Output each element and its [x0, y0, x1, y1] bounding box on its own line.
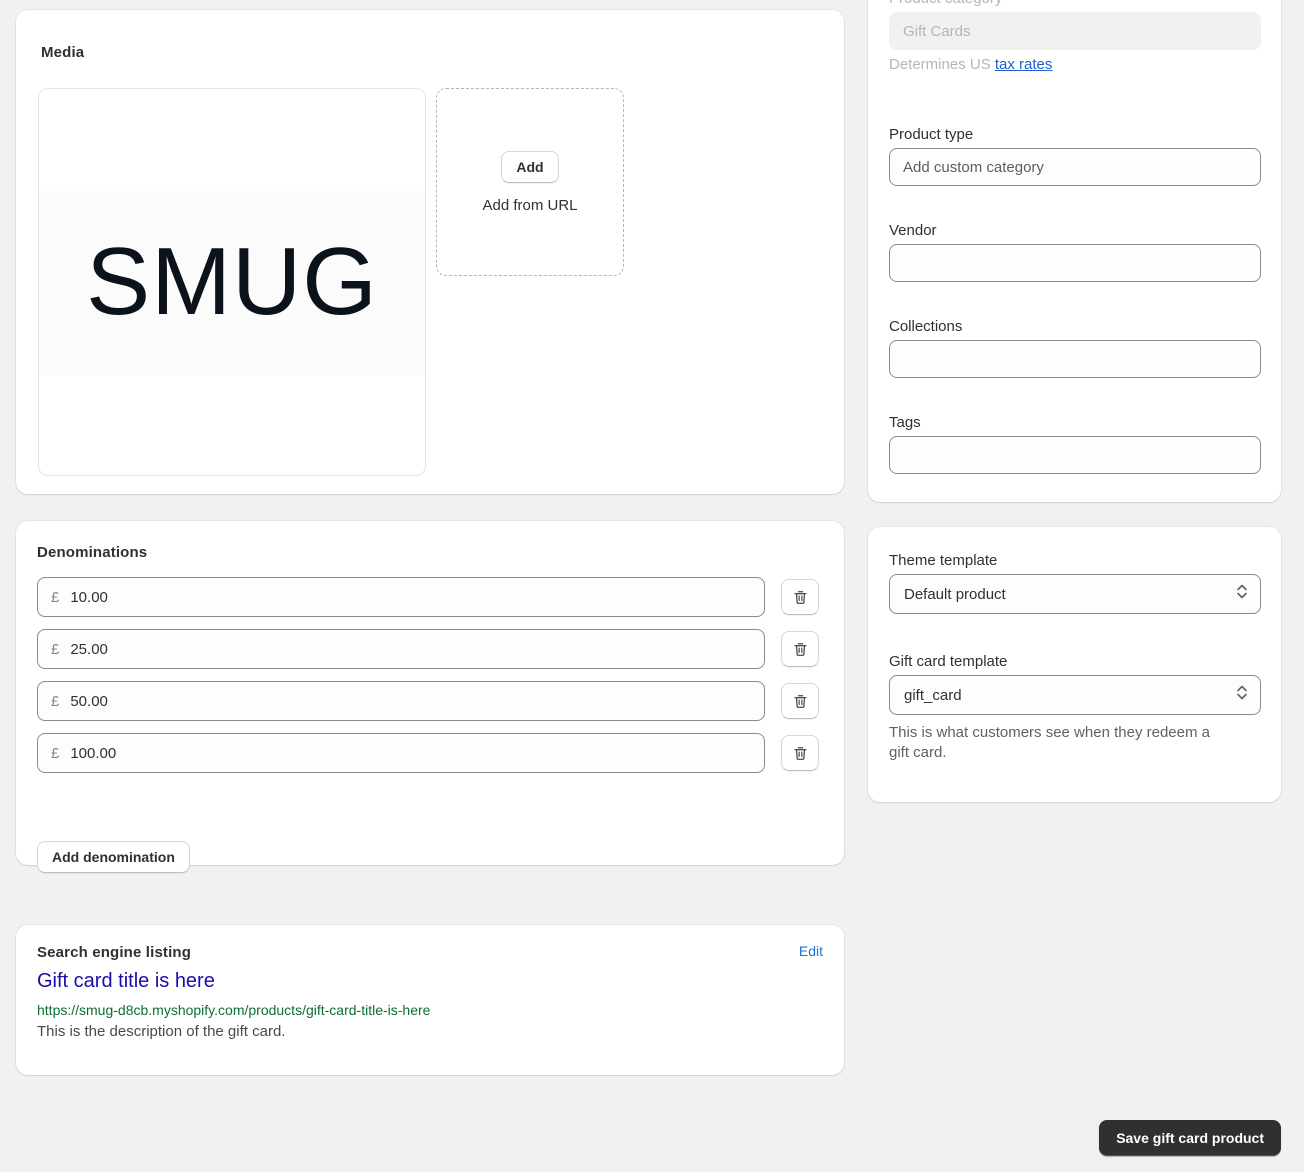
media-card-title: Media — [41, 44, 85, 61]
media-dropzone[interactable]: Add Add from URL — [436, 88, 624, 276]
seo-listing-description: This is the description of the gift card… — [37, 1023, 286, 1040]
tags-label: Tags — [889, 414, 921, 431]
vendor-label: Vendor — [889, 222, 937, 239]
collections-field: Collections — [889, 318, 1261, 378]
gift-card-template-select-wrap: gift_card — [889, 675, 1261, 715]
trash-icon — [792, 589, 809, 606]
denomination-value: 25.00 — [70, 640, 108, 658]
theme-template-select[interactable]: Default product — [889, 574, 1261, 614]
vendor-input[interactable] — [889, 244, 1261, 282]
trash-icon — [792, 745, 809, 762]
denomination-row: £10.00 — [37, 577, 825, 617]
collections-input[interactable] — [889, 340, 1261, 378]
seo-listing-title: Gift card title is here — [37, 970, 215, 992]
product-category-field: Product category Determines US tax rates — [889, 0, 1261, 73]
denomination-row: £25.00 — [37, 629, 825, 669]
gift-card-template-field: Gift card template gift_card This is wha… — [889, 653, 1261, 764]
delete-denomination-button[interactable] — [781, 735, 819, 771]
delete-denomination-button[interactable] — [781, 579, 819, 615]
search-engine-listing-card: Search engine listing Edit Gift card tit… — [16, 925, 844, 1075]
add-denomination-button[interactable]: Add denomination — [37, 841, 190, 873]
trash-icon — [792, 693, 809, 710]
product-category-label: Product category — [889, 0, 1261, 7]
denomination-row: £50.00 — [37, 681, 825, 721]
denominations-card: Denominations £10.00 £25.00 £50.00 £100.00 — [16, 521, 844, 865]
denomination-row: £100.00 — [37, 733, 825, 773]
gift-card-editor-page: Media SMUG Add Add from URL Denomination… — [0, 0, 1304, 1172]
currency-symbol: £ — [51, 744, 60, 762]
media-thumbnail-text: SMUG — [86, 228, 378, 335]
delete-denomination-button[interactable] — [781, 683, 819, 719]
currency-symbol: £ — [51, 692, 60, 710]
theme-template-field: Theme template Default product — [889, 552, 1261, 614]
gift-card-template-helper: This is what customers see when they red… — [889, 724, 1210, 762]
save-gift-card-product-button[interactable]: Save gift card product — [1099, 1120, 1281, 1156]
media-card: Media SMUG Add Add from URL — [16, 10, 844, 494]
delete-denomination-button[interactable] — [781, 631, 819, 667]
media-thumbnail[interactable]: SMUG — [38, 88, 426, 476]
vendor-field: Vendor — [889, 222, 1261, 282]
tax-rates-helper-text: Determines US — [889, 56, 995, 73]
product-type-input[interactable] — [889, 148, 1261, 186]
currency-symbol: £ — [51, 588, 60, 606]
product-type-field: Product type — [889, 126, 1261, 186]
tax-rates-link[interactable]: tax rates — [995, 56, 1053, 73]
tags-input[interactable] — [889, 436, 1261, 474]
add-from-url-link[interactable]: Add from URL — [482, 197, 577, 214]
denomination-value: 50.00 — [70, 692, 108, 710]
product-organization-card: Product category Determines US tax rates… — [868, 0, 1281, 502]
product-category-input — [889, 12, 1261, 50]
theme-template-card: Theme template Default product Gift card… — [868, 527, 1281, 802]
gift-card-template-label: Gift card template — [889, 653, 1008, 670]
currency-symbol: £ — [51, 640, 60, 658]
tags-field: Tags — [889, 414, 1261, 474]
denominations-list: £10.00 £25.00 £50.00 £100.00 — [37, 577, 825, 785]
denomination-input[interactable]: £100.00 — [37, 733, 765, 773]
denomination-value: 10.00 — [70, 588, 108, 606]
seo-listing-url: https://smug-d8cb.myshopify.com/products… — [37, 1002, 431, 1018]
trash-icon — [792, 641, 809, 658]
theme-template-label: Theme template — [889, 552, 998, 569]
tax-rates-helper: Determines US tax rates — [889, 56, 1261, 73]
denomination-input[interactable]: £10.00 — [37, 577, 765, 617]
denomination-value: 100.00 — [70, 744, 117, 762]
denomination-input[interactable]: £25.00 — [37, 629, 765, 669]
seo-card-title: Search engine listing — [37, 944, 192, 961]
product-type-label: Product type — [889, 126, 974, 143]
collections-label: Collections — [889, 318, 963, 335]
gift-card-template-select[interactable]: gift_card — [889, 675, 1261, 715]
theme-template-select-wrap: Default product — [889, 574, 1261, 614]
seo-edit-button[interactable]: Edit — [799, 943, 823, 959]
add-media-button[interactable]: Add — [501, 150, 559, 183]
denomination-input[interactable]: £50.00 — [37, 681, 765, 721]
denominations-card-title: Denominations — [37, 544, 148, 561]
